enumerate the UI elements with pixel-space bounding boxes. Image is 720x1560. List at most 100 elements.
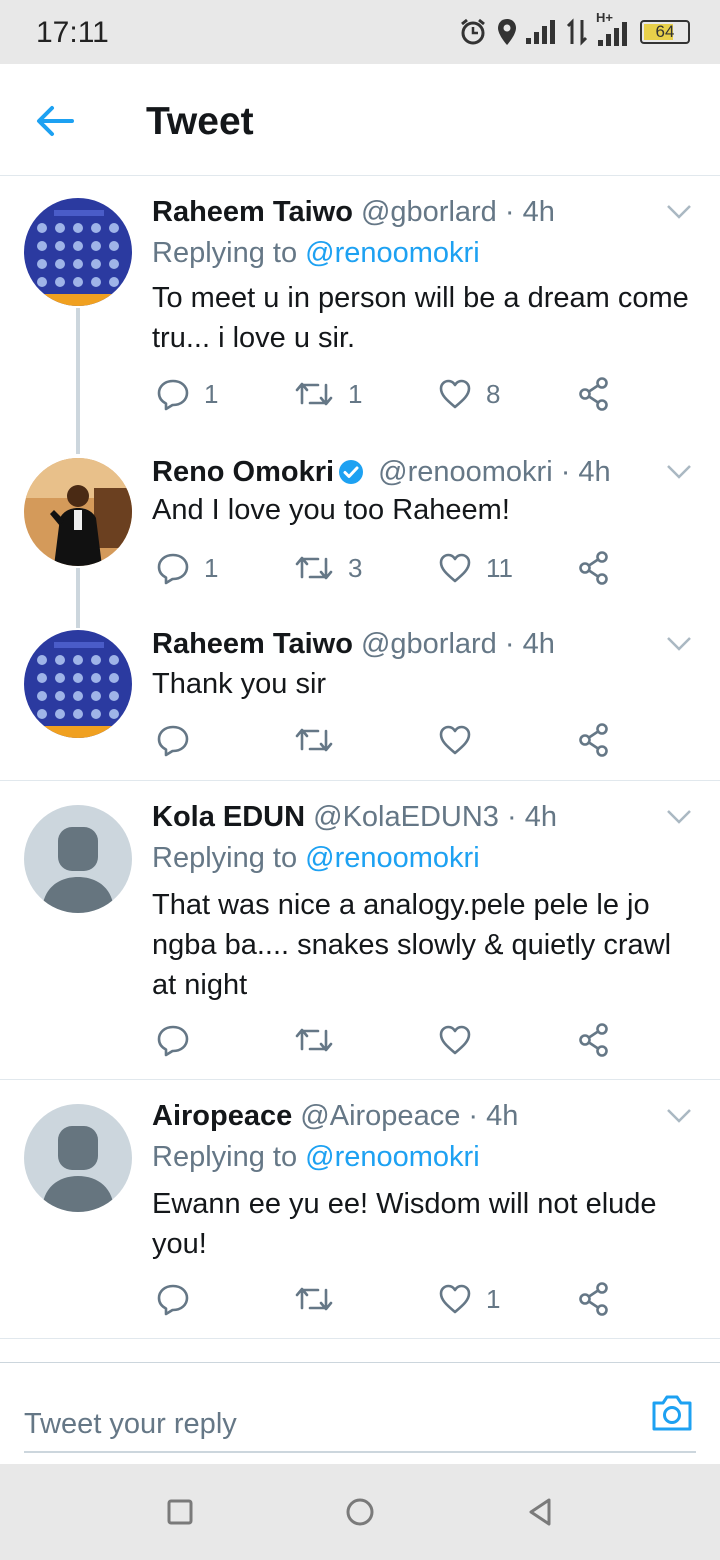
retweet-icon <box>295 728 333 752</box>
share-button[interactable] <box>578 1279 610 1319</box>
reply-button[interactable]: 1 <box>156 374 218 414</box>
share-button[interactable] <box>578 548 610 588</box>
share-button[interactable] <box>578 374 610 414</box>
tweet-header: Kola EDUN @KolaEDUN3 · 4h <box>152 801 557 834</box>
like-count: 11 <box>486 552 513 583</box>
tweet-text: That was nice a analogy.pele pele le jo … <box>152 889 672 1001</box>
tweet-header: Raheem Taiwo @gborlard · 4h <box>152 196 555 229</box>
reply-count: 1 <box>204 378 219 409</box>
avatar[interactable] <box>24 805 132 913</box>
page-title: Tweet <box>146 100 254 143</box>
like-button[interactable]: 1 <box>438 1279 500 1319</box>
chevron-down-icon[interactable] <box>666 1108 692 1124</box>
reply-button[interactable]: 1 <box>156 548 218 588</box>
tweet-actions: 1 <box>156 1279 626 1319</box>
user-name[interactable]: Raheem Taiwo <box>152 628 353 660</box>
user-handle: @renoomokri <box>378 456 553 488</box>
reply-button[interactable] <box>156 1020 204 1060</box>
tweet-header: Reno Omokri @renoomokri · 4h <box>152 456 611 489</box>
replying-to-prefix: Replying to <box>152 842 298 874</box>
avatar[interactable] <box>24 458 132 566</box>
like-button[interactable] <box>438 1020 486 1060</box>
replying-to-link[interactable]: @renoomokri <box>305 1141 480 1173</box>
tweet-item[interactable]: Raheem Taiwo @gborlard · 4h Replying to … <box>0 176 720 454</box>
reply-input[interactable] <box>24 1363 696 1453</box>
retweet-button[interactable] <box>294 720 348 760</box>
retweet-button[interactable]: 1 <box>294 374 362 414</box>
share-button[interactable] <box>578 720 610 760</box>
like-button[interactable] <box>438 720 486 760</box>
divider <box>0 1338 720 1339</box>
camera-icon[interactable] <box>650 1393 694 1433</box>
home-icon[interactable] <box>342 1494 378 1530</box>
share-button[interactable] <box>578 1020 610 1060</box>
tweet-actions: 1 1 8 <box>156 374 626 414</box>
retweet-icon <box>295 556 333 580</box>
retweet-button[interactable]: 3 <box>294 548 362 588</box>
tweet-text: To meet u in person will be a dream come… <box>152 282 689 354</box>
share-icon <box>579 551 608 585</box>
location-icon <box>498 19 516 45</box>
retweet-icon <box>295 1287 333 1311</box>
share-icon <box>579 1023 608 1057</box>
arrow-left-icon[interactable] <box>32 98 78 144</box>
user-handle: @KolaEDUN3 <box>313 801 499 833</box>
battery-icon: 64 <box>640 20 690 44</box>
retweet-button[interactable] <box>294 1279 348 1319</box>
tweet-item[interactable]: Raheem Taiwo @gborlard · 4h Thank you si… <box>0 618 720 780</box>
replying-to-prefix: Replying to <box>152 1141 298 1173</box>
reply-composer <box>0 1362 720 1464</box>
retweet-count: 1 <box>348 378 363 409</box>
user-handle: @gborlard <box>360 196 497 228</box>
recent-apps-icon[interactable] <box>162 1494 198 1530</box>
replying-to-link[interactable]: @renoomokri <box>305 237 480 269</box>
like-count: 1 <box>486 1283 501 1314</box>
like-button[interactable]: 8 <box>438 374 500 414</box>
default-avatar-icon <box>24 1104 132 1212</box>
reply-icon <box>157 725 189 757</box>
tweet-item[interactable]: Reno Omokri @renoomokri · 4h And I love … <box>0 446 720 628</box>
avatar[interactable] <box>24 630 132 738</box>
replying-to-link[interactable]: @renoomokri <box>305 842 480 874</box>
status-icons: H+ 64 <box>458 10 690 50</box>
share-icon <box>579 723 608 757</box>
tweet-item[interactable]: Kola EDUN @KolaEDUN3 · 4h Replying to @r… <box>0 781 720 1079</box>
user-name[interactable]: Airopeace <box>152 1100 292 1132</box>
chevron-down-icon[interactable] <box>666 464 692 480</box>
reply-button[interactable] <box>156 1279 204 1319</box>
default-avatar-icon <box>24 805 132 913</box>
chevron-down-icon[interactable] <box>666 204 692 220</box>
heart-icon <box>439 1284 471 1314</box>
signal-hplus-icon: H+ <box>596 10 632 48</box>
tweet-header: Raheem Taiwo @gborlard · 4h <box>152 628 555 661</box>
data-transfer-icon <box>566 18 588 46</box>
chevron-down-icon[interactable] <box>666 636 692 652</box>
reply-icon <box>157 1284 189 1316</box>
alarm-icon <box>461 18 485 45</box>
reply-button[interactable] <box>156 720 204 760</box>
battery-level: 64 <box>655 22 675 41</box>
heart-icon <box>439 1025 471 1055</box>
chevron-down-icon[interactable] <box>666 809 692 825</box>
avatar[interactable] <box>24 1104 132 1212</box>
replying-to: Replying to @renoomokri <box>152 1141 480 1174</box>
like-button[interactable]: 11 <box>438 548 513 588</box>
system-nav-bar <box>0 1464 720 1560</box>
user-name[interactable]: Kola EDUN <box>152 801 305 833</box>
retweet-button[interactable] <box>294 1020 348 1060</box>
reply-count: 1 <box>204 552 219 583</box>
user-name[interactable]: Reno Omokri <box>152 456 334 488</box>
tweet-item[interactable]: Airopeace @Airopeace · 4h Replying to @r… <box>0 1080 720 1338</box>
tweet-time: · 4h <box>468 1100 519 1132</box>
back-triangle-icon[interactable] <box>522 1494 558 1530</box>
reply-icon <box>157 553 189 585</box>
user-handle: @Airopeace <box>300 1100 461 1132</box>
thread-line <box>76 308 80 454</box>
tweet-time: · 4h <box>504 628 555 660</box>
heart-icon <box>439 725 471 755</box>
tweet-text: Ewann ee yu ee! Wisdom will not elude yo… <box>152 1188 657 1260</box>
avatar[interactable] <box>24 198 132 306</box>
user-name[interactable]: Raheem Taiwo <box>152 196 353 228</box>
user-handle: @gborlard <box>360 628 497 660</box>
replying-to: Replying to @renoomokri <box>152 237 480 270</box>
